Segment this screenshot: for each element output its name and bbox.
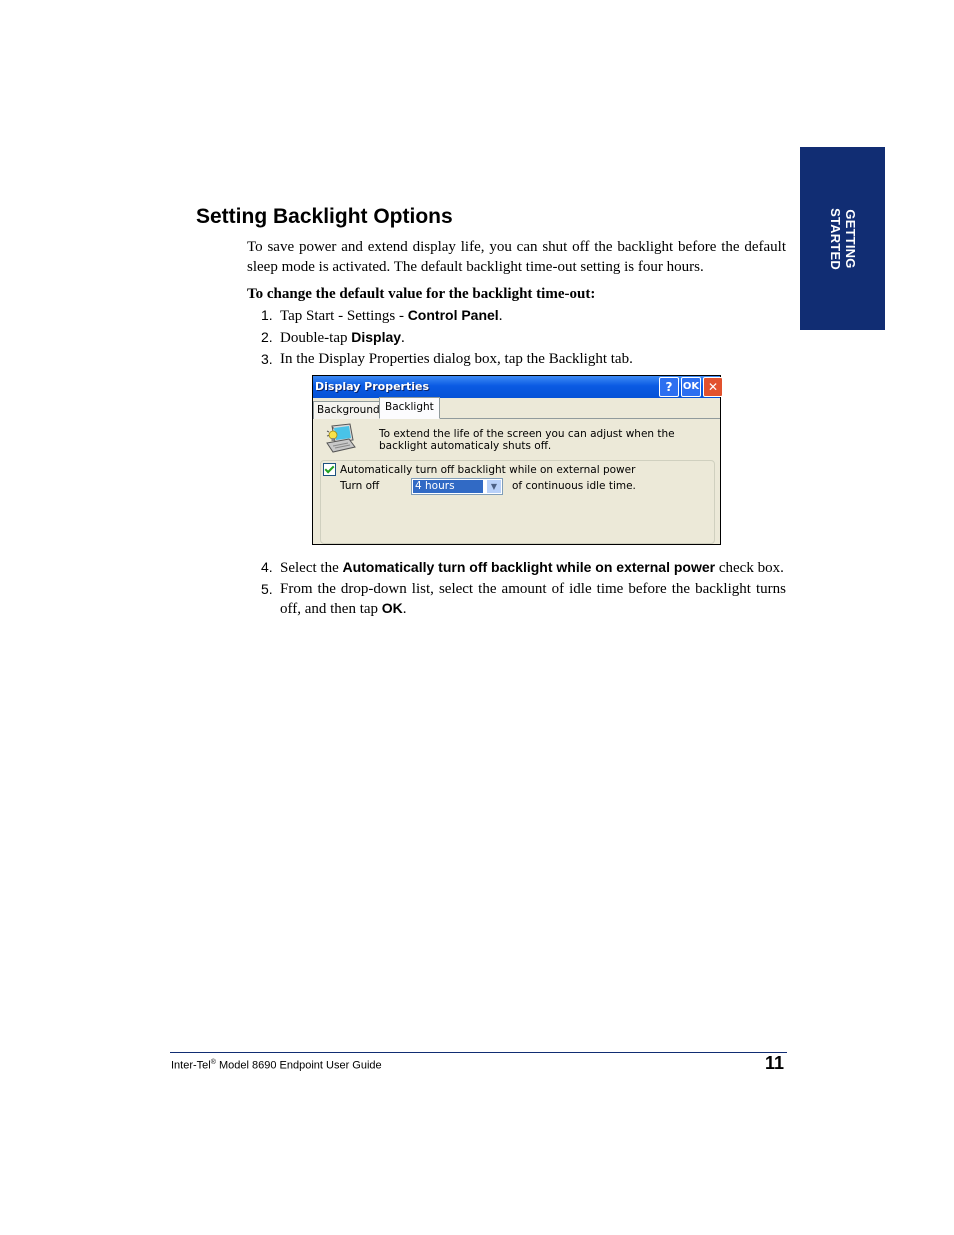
laptop-backlight-icon <box>326 423 356 453</box>
display-properties-dialog: Display Properties ? OK ✕ Background Bac… <box>312 375 723 545</box>
steps-list: 1. Tap Start - Settings - Control Panel. … <box>261 306 786 371</box>
dialog-tabs: Background Backlight <box>313 397 720 419</box>
backlight-panel: To extend the life of the screen you can… <box>313 419 720 544</box>
step-item: 1. Tap Start - Settings - Control Panel. <box>261 307 503 324</box>
step-item: 4. Select the Automatically turn off back… <box>261 559 784 576</box>
ok-button[interactable]: OK <box>681 377 701 397</box>
footer-divider <box>170 1052 787 1053</box>
step-item: 5. From the drop-down list, select the am… <box>261 580 786 618</box>
step-item: 2. Double-tap Display. <box>261 329 405 346</box>
steps-list-continued: 4. Select the Automatically turn off back… <box>261 558 786 621</box>
section-tab: GETTING STARTED <box>800 147 885 330</box>
auto-turn-off-label[interactable]: Automatically turn off backlight while o… <box>340 464 635 476</box>
intro-paragraph: To save power and extend display life, y… <box>247 239 786 275</box>
auto-turn-off-checkbox[interactable] <box>323 463 336 476</box>
tab-background[interactable]: Background <box>313 401 384 419</box>
idle-time-dropdown[interactable]: 4 hours ▼ <box>411 478 503 495</box>
step-item: 3. In the Display Properties dialog box, … <box>261 351 633 367</box>
dialog-title: Display Properties <box>315 380 430 393</box>
tab-backlight[interactable]: Backlight <box>379 397 440 419</box>
help-button[interactable]: ? <box>659 377 679 397</box>
chevron-down-icon[interactable]: ▼ <box>487 480 501 493</box>
section-heading: Setting Backlight Options <box>196 205 453 228</box>
turn-off-label: Turn off <box>340 480 380 492</box>
dialog-titlebar: Display Properties ? OK ✕ <box>313 376 723 398</box>
auto-turn-off-row[interactable]: Automatically turn off backlight while o… <box>323 463 635 476</box>
section-tab-label: GETTING STARTED <box>827 207 858 270</box>
idle-time-label: of continuous idle time. <box>512 480 636 492</box>
backlight-description: To extend the life of the screen you can… <box>379 428 675 452</box>
close-button[interactable]: ✕ <box>703 377 723 397</box>
procedure-title: To change the default value for the back… <box>247 286 596 302</box>
footer-guide-title: Inter-Tel® Model 8690 Endpoint User Guid… <box>171 1059 382 1072</box>
page-number: 11 <box>765 1053 785 1073</box>
dropdown-selected-value[interactable]: 4 hours <box>413 480 483 493</box>
